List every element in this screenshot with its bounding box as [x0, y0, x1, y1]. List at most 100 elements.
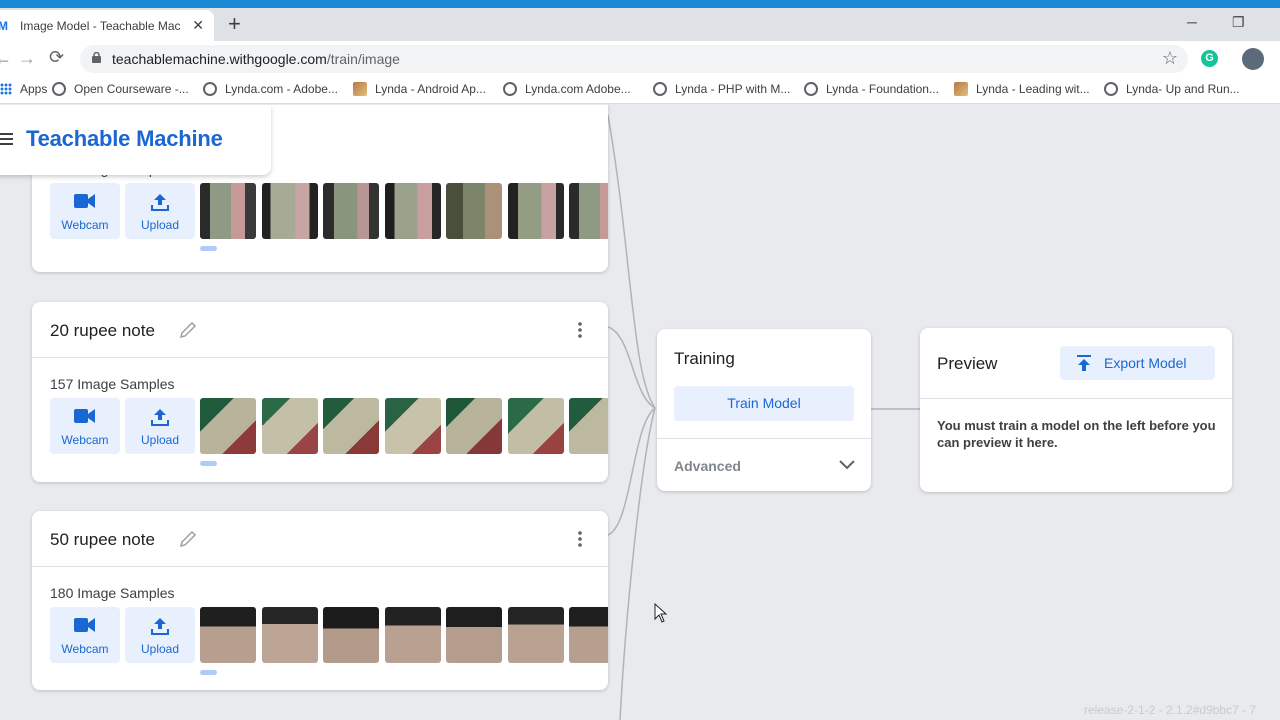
- class-card-header: 20 rupee note: [32, 302, 608, 358]
- bookmark-star-icon[interactable]: ☆: [1162, 48, 1178, 69]
- sample-thumbnail[interactable]: [507, 398, 564, 454]
- sample-thumbnail[interactable]: [446, 183, 502, 239]
- url-text: teachablemachine.withgoogle.com/train/im…: [112, 51, 400, 67]
- minimize-icon[interactable]: ─: [1187, 14, 1197, 30]
- webcam-button[interactable]: Webcam: [50, 607, 120, 663]
- bookmark-item[interactable]: Lynda - Leading wit...: [954, 82, 1090, 96]
- sample-thumbnail[interactable]: [323, 607, 379, 663]
- sample-thumbnail[interactable]: [200, 607, 256, 663]
- bookmark-label: Lynda.com Adobe...: [525, 82, 631, 96]
- app-icon: [353, 82, 367, 96]
- sample-thumbnail[interactable]: [261, 183, 318, 239]
- sample-thumbnails[interactable]: [200, 398, 608, 454]
- advanced-toggle[interactable]: Advanced: [674, 458, 741, 474]
- training-card: Training Train Model Advanced: [657, 329, 871, 491]
- edit-pencil-icon[interactable]: [178, 320, 198, 340]
- webcam-label: Webcam: [61, 642, 109, 656]
- bookmark-item[interactable]: Lynda.com - Adobe...: [203, 82, 338, 96]
- grammarly-extension-icon[interactable]: G: [1201, 50, 1218, 67]
- class-name[interactable]: 50 rupee note: [50, 530, 155, 550]
- edit-pencil-icon[interactable]: [178, 529, 198, 549]
- app-header: Teachable Machine: [0, 105, 271, 175]
- class-card-header: 50 rupee note: [32, 511, 608, 567]
- sample-thumbnail[interactable]: [323, 398, 379, 454]
- sample-thumbnail[interactable]: [323, 183, 379, 239]
- bookmark-item[interactable]: Open Courseware -...: [52, 82, 189, 96]
- browser-tab[interactable]: M Image Model - Teachable Machine ✕: [0, 10, 214, 41]
- bookmark-item[interactable]: Apps: [0, 82, 47, 96]
- upload-button[interactable]: Upload: [125, 398, 195, 454]
- tab-title: Image Model - Teachable Machine: [20, 18, 180, 33]
- webcam-button[interactable]: Webcam: [50, 183, 120, 239]
- sample-thumbnail[interactable]: [507, 183, 564, 239]
- browser-toolbar: ← → ⟳ teachablemachine.withgoogle.com/tr…: [0, 41, 1280, 77]
- sample-thumbnail[interactable]: [446, 398, 502, 454]
- preview-card: Preview Export Model You must train a mo…: [920, 328, 1232, 492]
- sample-thumbnail[interactable]: [261, 607, 318, 663]
- sample-thumbnails[interactable]: [200, 607, 608, 663]
- sample-thumbnail[interactable]: [446, 607, 502, 663]
- upload-icon: [151, 618, 169, 635]
- lock-icon: [92, 52, 101, 63]
- bookmark-label: Apps: [20, 82, 48, 96]
- forward-arrow-icon[interactable]: →: [18, 48, 36, 69]
- back-arrow-icon[interactable]: ←: [0, 48, 12, 69]
- mouse-cursor-icon: [654, 603, 668, 623]
- sample-thumbnail[interactable]: [569, 607, 608, 663]
- sample-thumbnail[interactable]: [384, 398, 441, 454]
- globe-icon: [1104, 82, 1118, 96]
- sample-thumbnail[interactable]: [200, 183, 256, 239]
- class-card: 20 rupee note 157 Image Samples Webcam Uplo…: [32, 302, 608, 482]
- export-model-button[interactable]: Export Model: [1060, 346, 1215, 380]
- upload-button[interactable]: Upload: [125, 183, 195, 239]
- sample-thumbnail[interactable]: [384, 607, 441, 663]
- class-name[interactable]: 20 rupee note: [50, 321, 155, 341]
- more-options-icon[interactable]: [578, 322, 582, 338]
- globe-icon: [653, 82, 667, 96]
- webcam-button[interactable]: Webcam: [50, 398, 120, 454]
- bookmark-item[interactable]: Lynda - Android Ap...: [353, 82, 486, 96]
- more-options-icon[interactable]: [578, 531, 582, 547]
- thumbnail-scroll-indicator[interactable]: [200, 461, 217, 466]
- training-title: Training: [674, 349, 735, 368]
- chevron-down-icon[interactable]: [839, 460, 855, 470]
- bookmark-item[interactable]: Lynda.com Adobe...: [503, 82, 631, 96]
- reload-icon[interactable]: ⟳: [49, 47, 64, 68]
- sample-thumbnails[interactable]: [200, 183, 608, 239]
- webcam-icon: [74, 409, 95, 423]
- thumbnail-scroll-indicator[interactable]: [200, 246, 217, 251]
- bookmark-item[interactable]: Lynda - Foundation...: [804, 82, 939, 96]
- upload-button[interactable]: Upload: [125, 607, 195, 663]
- profile-avatar[interactable]: [1242, 48, 1264, 70]
- webcam-icon: [74, 618, 95, 632]
- train-model-button[interactable]: Train Model: [674, 386, 854, 421]
- bookmark-item[interactable]: Lynda- Up and Run...: [1104, 82, 1240, 96]
- class-card: 50 rupee note 180 Image Samples Webcam Uplo…: [32, 511, 608, 690]
- sample-thumbnail[interactable]: [569, 183, 608, 239]
- webcam-label: Webcam: [61, 218, 109, 232]
- sample-thumbnail[interactable]: [384, 183, 441, 239]
- bookmark-label: Lynda.com - Adobe...: [225, 82, 338, 96]
- globe-icon: [203, 82, 217, 96]
- sample-thumbnail[interactable]: [261, 398, 318, 454]
- bookmark-label: Lynda - PHP with M...: [675, 82, 791, 96]
- upload-icon: [151, 194, 169, 211]
- version-label: release-2-1-2 - 2.1.2#d9bbc7 - 7: [1084, 703, 1257, 717]
- address-bar[interactable]: teachablemachine.withgoogle.com/train/im…: [80, 45, 1188, 73]
- sample-thumbnail[interactable]: [200, 398, 256, 454]
- export-upload-icon: [1077, 355, 1091, 371]
- hamburger-menu-icon[interactable]: [0, 133, 13, 145]
- upload-label: Upload: [140, 642, 180, 656]
- export-model-label: Export Model: [1104, 355, 1187, 371]
- thumbnail-scroll-indicator[interactable]: [200, 670, 217, 675]
- tab-close-icon[interactable]: ✕: [192, 17, 204, 33]
- sample-thumbnail[interactable]: [507, 607, 564, 663]
- webcam-label: Webcam: [61, 433, 109, 447]
- upload-label: Upload: [140, 218, 180, 232]
- sample-thumbnail[interactable]: [569, 398, 608, 454]
- app-title[interactable]: Teachable Machine: [26, 126, 223, 152]
- new-tab-icon[interactable]: +: [228, 13, 241, 35]
- bookmark-label: Lynda - Leading wit...: [976, 82, 1090, 96]
- bookmark-item[interactable]: Lynda - PHP with M...: [653, 82, 790, 96]
- restore-icon[interactable]: ❐: [1232, 14, 1245, 31]
